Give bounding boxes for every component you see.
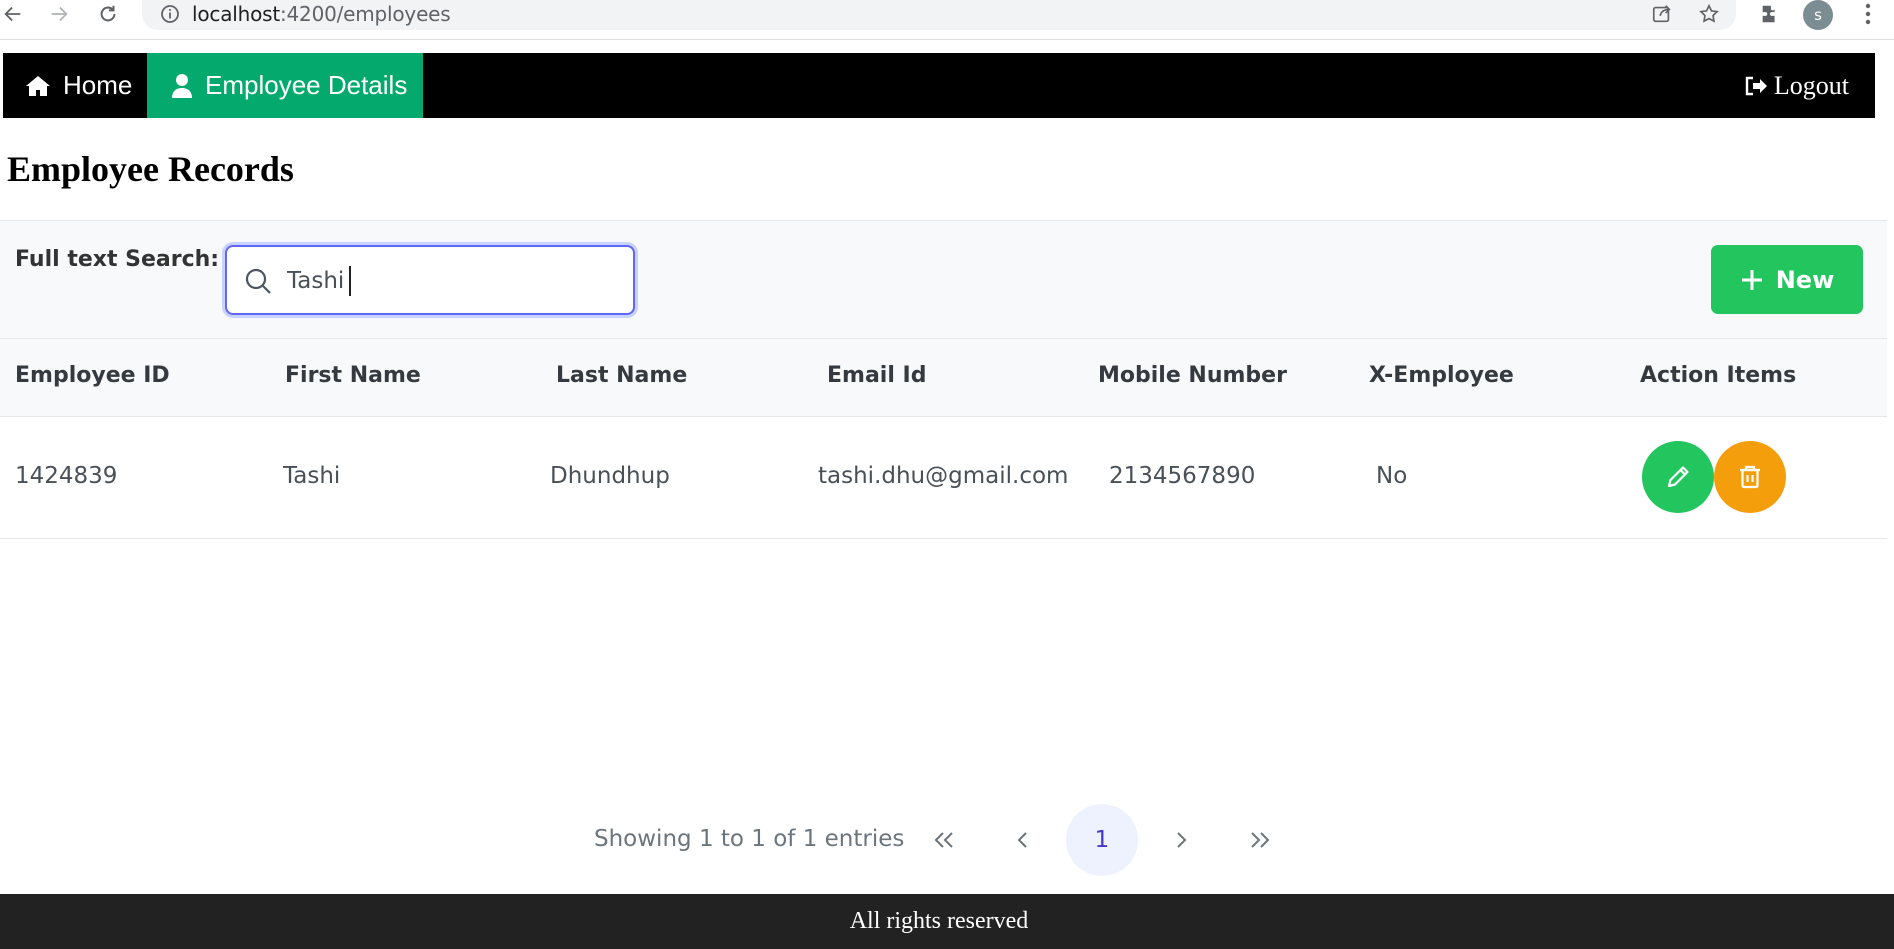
table-row: 1424839 Tashi Dhundhup tashi.dhu@gmail.c… <box>0 417 1887 539</box>
profile-avatar[interactable]: s <box>1803 0 1833 30</box>
nav-home-label: Home <box>63 70 133 100</box>
top-navbar: Home Employee Details Logout <box>3 53 1875 118</box>
table-toolbar: Full text Search: New <box>0 220 1887 339</box>
share-icon[interactable] <box>1650 2 1674 26</box>
edit-button[interactable] <box>1642 441 1714 513</box>
table-header: Employee ID First Name Last Name Email I… <box>0 339 1887 417</box>
back-icon[interactable] <box>0 1 26 27</box>
user-icon <box>172 73 192 98</box>
forward-icon[interactable] <box>46 1 72 27</box>
logout-label: Logout <box>1773 70 1849 100</box>
cell-x-employee: No <box>1376 463 1408 489</box>
column-header-email[interactable]: Email Id <box>827 363 926 388</box>
plus-icon <box>1741 269 1762 290</box>
search-field[interactable] <box>225 245 635 315</box>
footer: All rights reserved <box>0 894 1894 949</box>
column-header-mobile[interactable]: Mobile Number <box>1098 363 1287 388</box>
cell-first-name: Tashi <box>283 463 341 489</box>
search-label: Full text Search: <box>15 247 220 272</box>
column-header-employee-id[interactable]: Employee ID <box>15 363 170 388</box>
new-employee-button[interactable]: New <box>1711 245 1863 314</box>
previous-page-button[interactable] <box>987 804 1059 876</box>
nav-home-link[interactable]: Home <box>3 53 147 118</box>
reload-icon[interactable] <box>95 1 121 27</box>
bookmark-star-icon[interactable] <box>1697 2 1721 26</box>
column-header-first-name[interactable]: First Name <box>285 363 421 388</box>
nav-employee-details-link[interactable]: Employee Details <box>147 53 423 118</box>
extensions-icon[interactable] <box>1758 2 1782 26</box>
browser-menu-icon[interactable] <box>1856 2 1880 26</box>
home-icon <box>26 75 50 96</box>
footer-text: All rights reserved <box>849 908 1029 934</box>
logout-link[interactable]: Logout <box>1744 53 1849 118</box>
cell-employee-id: 1424839 <box>15 463 118 489</box>
paginator: Showing 1 to 1 of 1 entries 1 <box>0 800 1887 880</box>
browser-toolbar: localhost:4200/employees s <box>0 0 1894 40</box>
page-title: Employee Records <box>7 149 294 189</box>
sign-out-icon <box>1745 76 1767 95</box>
nav-employee-details-label: Employee Details <box>205 70 408 100</box>
first-page-button[interactable] <box>908 804 980 876</box>
page-number-button[interactable]: 1 <box>1066 804 1138 876</box>
search-input[interactable] <box>287 261 617 301</box>
cell-mobile: 2134567890 <box>1109 463 1256 489</box>
column-header-last-name[interactable]: Last Name <box>556 363 687 388</box>
new-button-label: New <box>1775 265 1835 294</box>
double-chevron-left-icon <box>934 832 953 848</box>
url-path: :4200/employees <box>279 2 451 26</box>
cell-last-name: Dhundhup <box>550 463 670 489</box>
chevron-right-icon <box>1177 832 1187 848</box>
column-header-x-employee[interactable]: X-Employee <box>1369 363 1514 388</box>
last-page-button[interactable] <box>1224 804 1296 876</box>
url-host: localhost <box>192 2 280 26</box>
cell-email: tashi.dhu@gmail.com <box>818 463 1069 489</box>
delete-button[interactable] <box>1714 441 1786 513</box>
search-icon <box>245 268 271 294</box>
pencil-icon <box>1667 466 1689 488</box>
double-chevron-right-icon <box>1251 832 1270 848</box>
chevron-left-icon <box>1017 832 1027 848</box>
url-text: localhost:4200/employees <box>192 2 451 26</box>
column-header-actions: Action Items <box>1640 363 1797 388</box>
next-page-button[interactable] <box>1145 804 1217 876</box>
site-info-icon[interactable] <box>158 2 182 26</box>
page-report: Showing 1 to 1 of 1 entries <box>594 826 905 852</box>
trash-icon <box>1740 465 1760 489</box>
text-caret <box>349 266 351 296</box>
